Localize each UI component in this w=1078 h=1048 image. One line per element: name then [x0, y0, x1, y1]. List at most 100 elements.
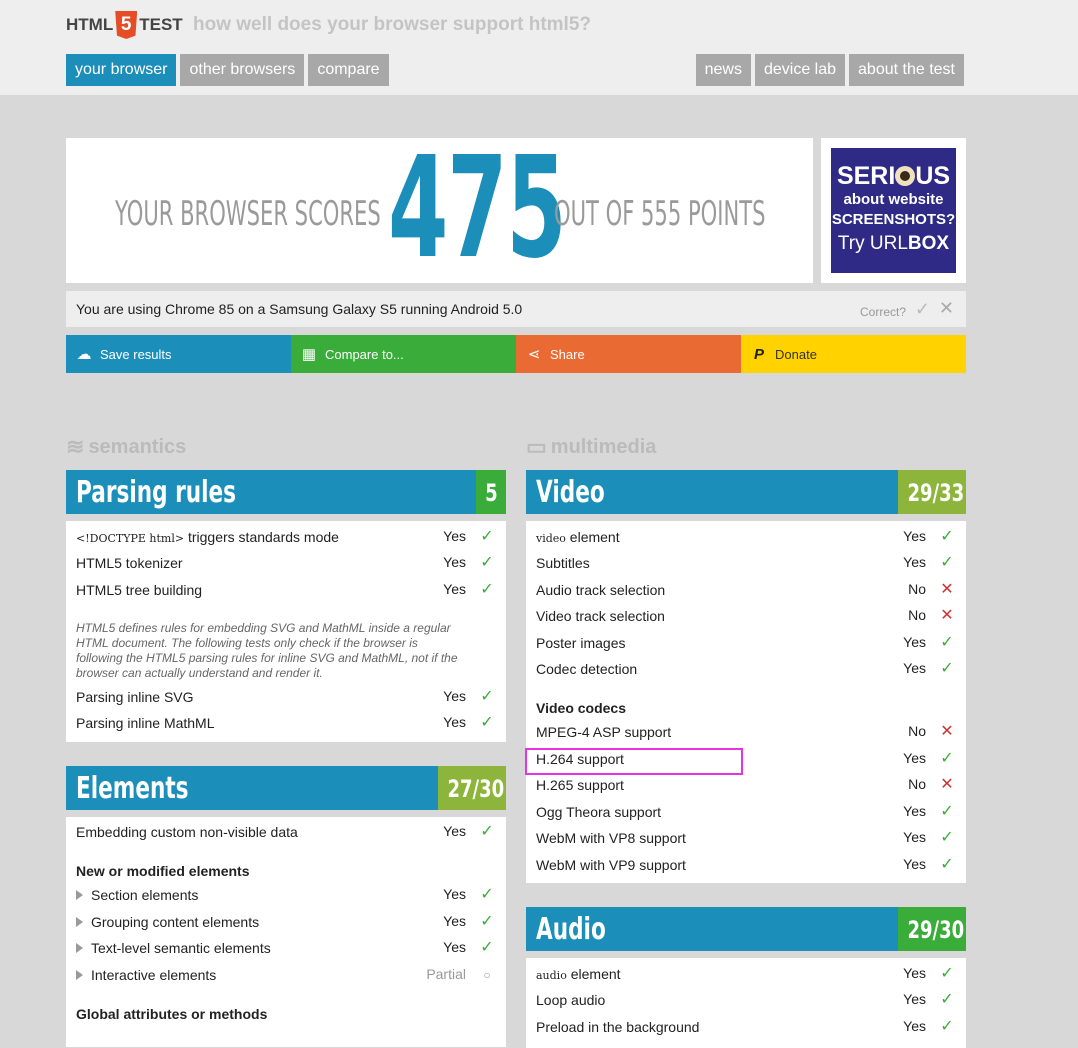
urlbox-ad[interactable]: SERI US about website SCREENSHOTS? Try UR… [831, 148, 956, 273]
expand-triangle-icon [76, 970, 83, 980]
check-icon: ✓ [940, 528, 954, 545]
tab-other-browsers[interactable]: other browsers [180, 54, 305, 86]
parsing-rules-title: Parsing rules [76, 475, 237, 510]
grid-icon: ▦ [301, 346, 317, 363]
partial-circle-icon: ○ [483, 968, 491, 982]
tab-device-lab[interactable]: device lab [754, 54, 846, 86]
compare-to-button[interactable]: ▦ Compare to... [291, 335, 516, 373]
list-item[interactable]: audio element Yes ✓ [536, 962, 956, 988]
list-item[interactable]: Preload in the background Yes ✓ [536, 1015, 956, 1041]
check-icon: ✓ [480, 714, 494, 731]
check-icon: ✓ [940, 634, 954, 651]
check-icon: ✓ [940, 965, 954, 982]
highlight-box [525, 748, 743, 775]
list-item[interactable]: WebM with VP8 support Yes ✓ [536, 826, 956, 852]
subsection-title: New or modified elements [76, 863, 250, 879]
elements-title: Elements [76, 771, 189, 806]
score-value: 475 [388, 127, 567, 290]
check-icon: ✓ [940, 829, 954, 846]
list-item[interactable]: Codec detection Yes ✓ [536, 657, 956, 683]
score-lead-text: YOUR BROWSER SCORES [115, 194, 381, 234]
list-item[interactable]: Parsing inline SVG Yes ✓ [76, 685, 496, 711]
list-item[interactable]: Subtitles Yes ✓ [536, 551, 956, 577]
list-item[interactable]: WebM with VP9 support Yes ✓ [536, 853, 956, 879]
parsing-rules-score: 5 [476, 470, 506, 514]
list-item[interactable]: <!DOCTYPE html> triggers standards mode … [76, 525, 496, 551]
tab-about-the-test[interactable]: about the test [849, 54, 964, 86]
elements-body: Embedding custom non-visible data Yes ✓ … [66, 817, 506, 1047]
tab-compare[interactable]: compare [308, 54, 389, 86]
list-item[interactable]: Video track selection No ✕ [536, 604, 956, 630]
save-results-button[interactable]: ☁ Save results [66, 335, 291, 373]
parsing-rules-header[interactable]: Parsing rules 5 [66, 470, 506, 514]
donate-button[interactable]: P Donate [741, 335, 966, 373]
list-item[interactable]: Loop audio Yes ✓ [536, 988, 956, 1014]
ad-line2: about website [843, 191, 944, 208]
elements-header[interactable]: Elements 27/30 [66, 766, 506, 810]
list-item[interactable]: Audio track selection No ✕ [536, 578, 956, 604]
reject-close-icon[interactable]: ✕ [939, 298, 954, 319]
audio-score: 29/30 [898, 907, 966, 951]
check-icon: ✓ [940, 803, 954, 820]
logo-right: TEST [139, 15, 183, 34]
score-tail-text: OUT OF 555 POINTS [554, 194, 766, 234]
list-item[interactable]: Embedding custom non-visible data Yes ✓ [76, 820, 496, 846]
parsing-note: HTML5 defines rules for embedding SVG an… [76, 621, 458, 680]
correct-label: Correct? [859, 305, 906, 319]
share-label: Share [550, 346, 585, 362]
subsection-title: Video codecs [536, 700, 627, 716]
check-icon: ✓ [480, 886, 494, 903]
expand-triangle-icon [76, 917, 83, 927]
check-icon: ✓ [480, 688, 494, 705]
check-icon: ✓ [940, 750, 954, 767]
check-icon: ✓ [940, 991, 954, 1008]
video-title: Video [536, 475, 605, 510]
ad-line4b: BOX [907, 233, 950, 254]
cross-icon: ✕ [940, 776, 954, 793]
list-item[interactable]: video element Yes ✓ [536, 525, 956, 551]
video-score: 29/33 [898, 470, 966, 514]
list-item[interactable]: Interactive elements Partial ○ [76, 963, 496, 989]
compare-label: Compare to... [325, 346, 404, 362]
list-item[interactable]: Parsing inline MathML Yes ✓ [76, 711, 496, 737]
audio-header[interactable]: Audio 29/30 [526, 907, 966, 951]
list-item[interactable]: H.265 support No ✕ [536, 773, 956, 799]
share-icon: ⋖ [527, 346, 541, 363]
eye-icon [895, 166, 916, 186]
cross-icon: ✕ [940, 581, 954, 598]
action-bar: ☁ Save results ▦ Compare to... ⋖ Share P… [66, 335, 966, 373]
save-label: Save results [100, 346, 172, 362]
html5-shield-icon: 5 [115, 11, 138, 39]
check-icon: ✓ [940, 554, 954, 571]
logo-left: HTML [66, 15, 114, 34]
list-item[interactable]: Ogg Theora support Yes ✓ [536, 800, 956, 826]
paypal-icon: P [753, 345, 764, 363]
category-semantics-label: semantics [88, 435, 187, 458]
expand-triangle-icon [76, 890, 83, 900]
cross-icon: ✕ [940, 723, 954, 740]
user-agent-text: You are using Chrome 85 on a Samsung Gal… [76, 301, 523, 317]
check-icon: ✓ [480, 913, 494, 930]
site-logo[interactable]: HTML 5 TEST [66, 10, 183, 40]
user-agent-bar: You are using Chrome 85 on a Samsung Gal… [66, 291, 966, 327]
list-item[interactable]: MPEG-4 ASP support No ✕ [536, 720, 956, 746]
share-button[interactable]: ⋖ Share [516, 335, 741, 373]
clapperboard-icon: ▭ [526, 434, 547, 459]
video-header[interactable]: Video 29/33 [526, 470, 966, 514]
cross-icon: ✕ [940, 607, 954, 624]
category-multimedia: ▭ multimedia [526, 434, 656, 460]
list-item[interactable]: HTML5 tree building Yes ✓ [76, 578, 496, 604]
list-item[interactable]: Poster images Yes ✓ [536, 631, 956, 657]
list-item[interactable]: Grouping content elements Yes ✓ [76, 910, 496, 936]
audio-title: Audio [536, 912, 606, 947]
main-nav: your browser other browsers compare [66, 54, 389, 86]
check-icon: ✓ [940, 1018, 954, 1035]
list-item[interactable]: HTML5 tokenizer Yes ✓ [76, 551, 496, 577]
tab-your-browser[interactable]: your browser [66, 54, 177, 86]
confirm-check-icon[interactable]: ✓ [915, 299, 930, 320]
list-item[interactable]: Text-level semantic elements Yes ✓ [76, 936, 496, 962]
list-item[interactable]: Section elements Yes ✓ [76, 883, 496, 909]
check-icon: ✓ [480, 581, 494, 598]
tab-news[interactable]: news [695, 54, 751, 86]
ad-line1b: US [915, 162, 951, 190]
